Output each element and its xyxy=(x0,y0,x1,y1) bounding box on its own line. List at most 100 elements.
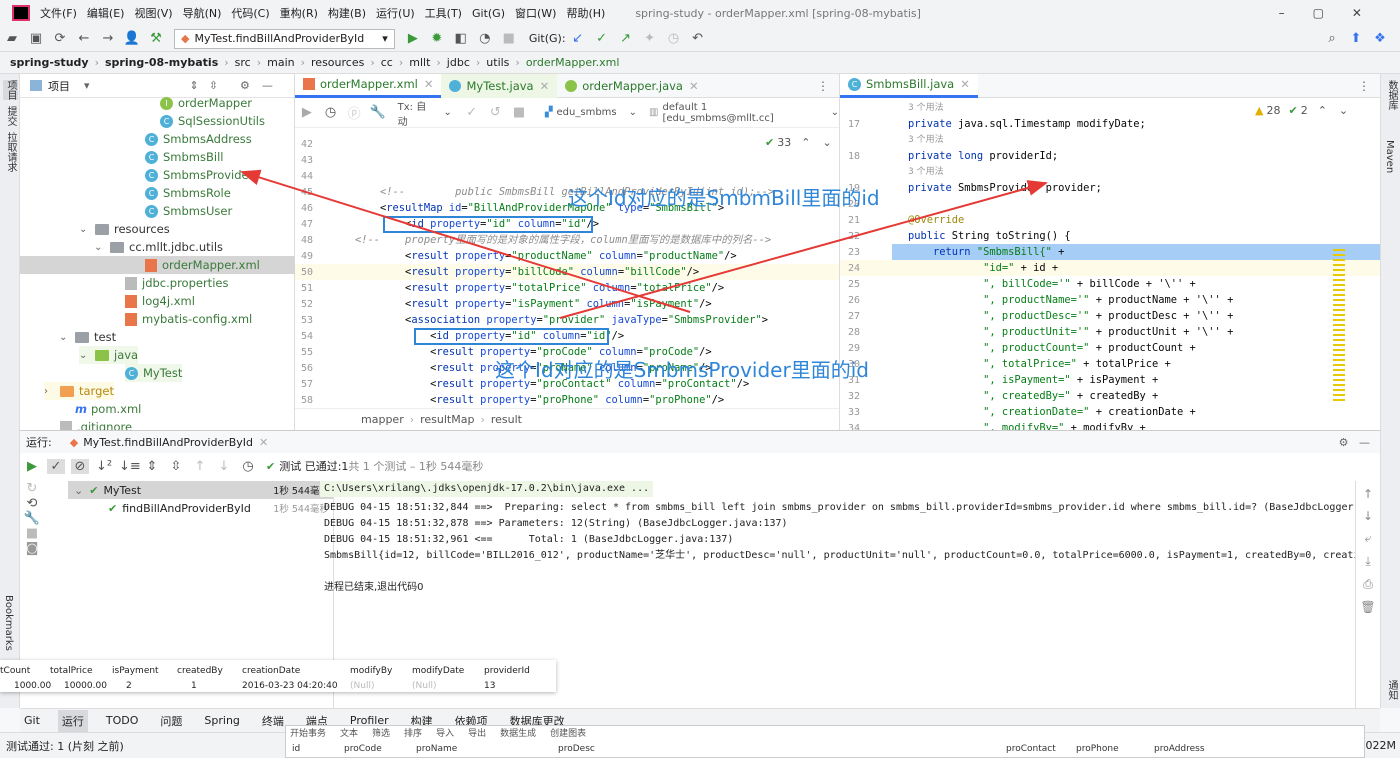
tree-item[interactable]: › target xyxy=(44,382,114,400)
scrollbar-markers[interactable] xyxy=(1333,249,1345,404)
popup-toolbar-item[interactable]: 数据生成 xyxy=(500,726,536,739)
chevron-icon[interactable]: ⌄ xyxy=(79,350,91,361)
grid-header[interactable]: providerId xyxy=(484,666,530,676)
grid-header[interactable]: creationDate xyxy=(242,666,300,676)
grid-header[interactable]: isPayment xyxy=(112,666,159,676)
settings-wrench-icon[interactable]: 🔧 xyxy=(369,105,387,120)
schema-select[interactable]: edu_smbms xyxy=(557,107,617,118)
tree-item[interactable]: jdbc.properties xyxy=(125,274,228,292)
more-icon[interactable]: ⋮ xyxy=(1358,79,1370,93)
scroll-to-end-icon[interactable]: ⤓ xyxy=(1356,554,1380,569)
expand-all-icon[interactable]: ⇕ xyxy=(190,79,199,92)
popup-toolbar-item[interactable]: 创建图表 xyxy=(550,726,586,739)
git-update-icon[interactable]: ↙ xyxy=(569,31,587,46)
scroll-up-icon[interactable]: ↑ xyxy=(1356,487,1380,501)
trash-icon[interactable]: 🗑 xyxy=(1356,600,1380,614)
tab-MyTest-java[interactable]: MyTest.java ✕ xyxy=(441,74,558,98)
tool-window-button[interactable]: 终端 xyxy=(258,710,288,732)
history-icon[interactable]: ◷ xyxy=(239,459,257,474)
stop-icon[interactable]: ■ xyxy=(500,31,518,46)
toggle-autotest-icon[interactable]: ⟲ xyxy=(23,496,41,511)
rollback-icon[interactable]: ↺ xyxy=(487,105,505,120)
grid-cell[interactable]: (Null) xyxy=(412,681,436,691)
tree-item[interactable]: C SqlSessionUtils xyxy=(160,112,265,130)
prev-icon[interactable]: ⌃ xyxy=(1318,104,1327,117)
db-result-grid[interactable]: tCount totalPrice isPayment createdBy creati… xyxy=(0,660,556,692)
stripe-database[interactable]: 数据库 xyxy=(1384,80,1399,110)
tree-item[interactable]: C MyTest xyxy=(125,364,183,382)
tree-item[interactable]: ⌄ cc.mllt.jdbc.utils xyxy=(94,238,223,256)
show-ignored-icon[interactable]: ⊘ xyxy=(71,458,89,474)
popup-toolbar-item[interactable]: 导出 xyxy=(468,726,486,739)
grid-header[interactable]: modifyBy xyxy=(350,666,392,676)
tree-item[interactable]: C SmbmsRole xyxy=(145,184,231,202)
path-item[interactable]: resultMap xyxy=(420,413,474,426)
breadcrumb-item[interactable]: spring-08-mybatis xyxy=(105,56,218,69)
grid-cell[interactable]: 10000.00 xyxy=(64,681,107,691)
usage-hint[interactable]: 3 个用法 xyxy=(908,100,944,116)
db-table-popup[interactable]: 开始事务 文本 筛选 排序 导入 导出 数据生成 创建图表 id proCode proName p… xyxy=(285,725,1365,758)
path-item[interactable]: result xyxy=(491,413,522,426)
grid-header[interactable]: tCount xyxy=(0,666,30,676)
breadcrumb-item[interactable]: jdbc xyxy=(447,56,470,69)
tree-item[interactable]: mybatis-config.xml xyxy=(125,310,252,328)
inspection-widget[interactable]: ✔ 33 ⌃ ⌄ xyxy=(765,136,832,149)
menu-item[interactable]: 帮助(H) xyxy=(566,5,605,21)
commit-icon[interactable]: ✓ xyxy=(463,105,481,120)
prev-failed-icon[interactable]: ↑ xyxy=(191,459,209,474)
settings-gear-icon[interactable]: ⚙ xyxy=(240,79,250,92)
run-config-select[interactable]: ◆ MyTest.findBillAndProviderById ▾ xyxy=(174,28,395,49)
chevron-down-icon[interactable]: ⌄ xyxy=(831,107,839,118)
chevron-down-icon[interactable]: ⌄ xyxy=(74,484,83,497)
path-item[interactable]: mapper xyxy=(361,413,404,426)
tree-item[interactable]: C SmbmsAddress xyxy=(145,130,252,148)
tree-item[interactable]: log4j.xml xyxy=(125,292,195,310)
popup-column-header[interactable]: proAddress xyxy=(1154,744,1205,754)
chevron-down-icon[interactable]: ⌄ xyxy=(443,107,451,118)
scroll-down-icon[interactable]: ↓ xyxy=(1356,509,1380,523)
back-icon[interactable]: ← xyxy=(75,31,93,46)
popup-column-header[interactable]: proPhone xyxy=(1076,744,1119,754)
popup-column-header[interactable]: proName xyxy=(416,744,457,754)
update-icon[interactable]: ⬆ xyxy=(1347,31,1365,46)
rerun-failed-icon[interactable]: ↻ xyxy=(23,481,41,496)
dropdown-icon[interactable]: ▾ xyxy=(382,32,388,45)
tab-SmbmsBill[interactable]: C SmbmsBill.java ✕ xyxy=(840,74,978,98)
grid-cell[interactable]: 2016-03-23 04:20:40 xyxy=(242,681,338,691)
grid-cell[interactable]: 1000.00 xyxy=(14,681,51,691)
tool-window-button[interactable]: Spring xyxy=(200,711,244,730)
grid-cell[interactable]: 1 xyxy=(191,681,197,691)
chevron-icon[interactable]: ⌄ xyxy=(79,224,91,235)
stripe-project[interactable]: 项目 xyxy=(3,80,18,100)
tx-mode-select[interactable]: Tx: 自动 xyxy=(398,98,436,128)
popup-column-header[interactable]: proCode xyxy=(344,744,382,754)
collapse-icon[interactable]: ⇳ xyxy=(167,459,185,474)
profile-icon[interactable]: ◔ xyxy=(476,31,494,46)
stripe-pull-requests[interactable]: 拉取请求 xyxy=(3,132,18,172)
next-failed-icon[interactable]: ↓ xyxy=(215,459,233,474)
close-icon[interactable]: ✕ xyxy=(960,77,970,91)
stripe-commit[interactable]: 提交 xyxy=(3,106,18,126)
memory-indicator[interactable]: 022M xyxy=(1366,739,1397,752)
breadcrumb-item[interactable]: utils xyxy=(486,56,509,69)
next-icon[interactable]: ⌄ xyxy=(1339,104,1348,117)
inspection-widget-right[interactable]: ▲ 28 ✔ 2 ⌃ ⌄ xyxy=(1255,104,1348,117)
window-controls[interactable]: –▢✕ xyxy=(1279,6,1390,20)
chevron-icon[interactable]: › xyxy=(44,386,56,397)
grid-header[interactable]: createdBy xyxy=(177,666,223,676)
settings-wrench-icon[interactable]: 🔧 xyxy=(23,511,41,526)
tree-item[interactable]: IorderMapper xyxy=(160,94,252,112)
soft-wrap-icon[interactable]: ⤶ xyxy=(1356,531,1380,546)
grid-cell[interactable]: (Null) xyxy=(350,681,374,691)
more-icon[interactable]: ⋮ xyxy=(817,79,829,93)
git-commit-icon[interactable]: ✓ xyxy=(593,31,611,46)
project-title[interactable]: 项目 xyxy=(48,78,70,94)
test-node-MyTest[interactable]: ⌄ ✔ MyTest 1秒 544毫秒 xyxy=(68,481,333,499)
tool-window-button[interactable]: TODO xyxy=(102,711,143,730)
grid-header[interactable]: modifyDate xyxy=(412,666,464,676)
menu-item[interactable]: 构建(B) xyxy=(328,5,366,21)
close-icon[interactable]: ✕ xyxy=(259,436,268,449)
save-icon[interactable]: ▣ xyxy=(27,31,45,46)
forward-icon[interactable]: → xyxy=(99,31,117,46)
usage-hint[interactable]: 3 个用法 xyxy=(908,164,944,180)
